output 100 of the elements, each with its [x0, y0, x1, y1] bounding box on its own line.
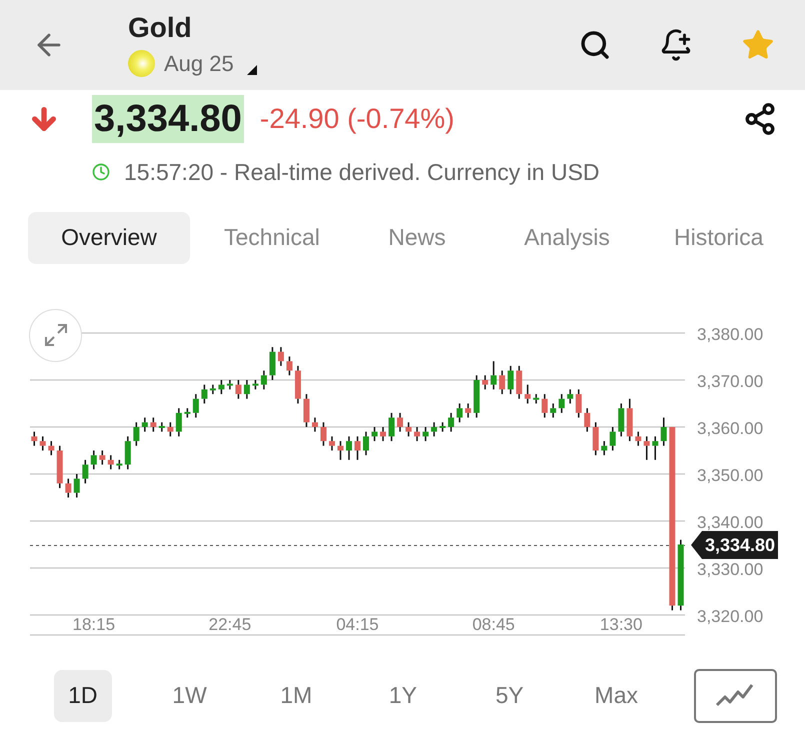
period-button[interactable]: 1W — [160, 670, 218, 722]
candle — [303, 394, 310, 426]
share-icon[interactable] — [743, 102, 777, 136]
tab[interactable]: Technical — [194, 212, 340, 264]
y-axis-label: 3,340.00 — [697, 512, 764, 532]
candle — [490, 360, 497, 389]
candle — [40, 436, 46, 450]
candle — [380, 426, 386, 441]
candle — [363, 431, 369, 455]
candle — [328, 436, 335, 450]
candle — [533, 394, 540, 403]
candle — [167, 422, 174, 436]
candle — [124, 436, 131, 469]
period-button[interactable]: 1D — [54, 670, 112, 722]
candle — [278, 346, 284, 366]
y-axis-label: 3,370.00 — [697, 372, 764, 390]
dropdown-caret-icon — [246, 65, 257, 75]
candle — [626, 398, 633, 441]
candle — [516, 365, 522, 398]
candle — [56, 445, 63, 488]
price-tag-pointer-icon — [691, 530, 702, 559]
candle — [235, 380, 242, 398]
current-price-tag: 3,334.80 — [702, 530, 778, 559]
candle — [184, 408, 190, 418]
candle — [176, 408, 182, 436]
x-axis-label: 13:30 — [600, 614, 642, 634]
x-axis-label: 22:45 — [208, 614, 252, 634]
contract-selector[interactable]: Aug 25 — [128, 46, 257, 80]
tab[interactable]: Overview — [28, 212, 190, 264]
candle — [372, 426, 378, 441]
candle — [414, 426, 420, 441]
x-axis-label: 18:15 — [72, 614, 116, 634]
period-button[interactable]: 1M — [267, 670, 326, 722]
candle — [158, 422, 165, 432]
candle — [133, 422, 140, 446]
candle — [660, 417, 667, 446]
time-note: 15:57:20 - Real-time derived. Currency in USD — [124, 158, 600, 187]
period-button[interactable]: 1Y — [374, 670, 432, 722]
candle — [550, 403, 556, 418]
y-axis-label: 3,350.00 — [697, 466, 764, 484]
candle — [474, 374, 480, 418]
candle — [542, 394, 548, 418]
search-icon[interactable] — [579, 29, 611, 61]
candle — [31, 431, 38, 446]
candle — [584, 408, 590, 432]
candle — [201, 384, 208, 403]
candle — [644, 436, 650, 460]
expand-icon — [42, 322, 68, 348]
candle — [524, 384, 531, 403]
candle — [320, 422, 326, 446]
x-axis-label: 08:45 — [472, 614, 515, 634]
tab[interactable]: Historica — [644, 212, 790, 264]
candle — [99, 450, 106, 464]
candle — [499, 370, 506, 394]
chart-type-button[interactable] — [694, 668, 777, 722]
candle — [218, 380, 224, 394]
candle — [108, 454, 114, 469]
period-button[interactable]: Max — [587, 670, 646, 722]
y-axis-label: 3,380.00 — [697, 324, 764, 344]
price-change: -24.90 (-0.74%) — [260, 102, 454, 136]
last-price: 3,334.80 — [92, 95, 244, 143]
candle — [65, 478, 72, 497]
candle — [286, 356, 292, 375]
candle — [652, 436, 658, 460]
candle — [508, 365, 514, 394]
candle — [610, 426, 616, 450]
candle — [456, 403, 463, 422]
candle — [440, 422, 446, 432]
tab[interactable]: Analysis — [494, 212, 640, 264]
candle — [558, 394, 565, 412]
y-axis-label: 3,330.00 — [697, 560, 764, 578]
period-button[interactable]: 5Y — [480, 670, 538, 722]
candle — [210, 384, 216, 394]
candle — [576, 388, 582, 418]
coin-icon — [128, 50, 155, 76]
candle — [74, 474, 80, 497]
candle — [678, 539, 684, 610]
candle — [90, 450, 97, 469]
candle — [397, 412, 404, 432]
clock-icon — [92, 163, 110, 182]
candle — [388, 412, 395, 441]
candle — [346, 436, 352, 460]
y-axis-label: 3,360.00 — [697, 418, 764, 438]
candle — [601, 440, 608, 455]
candle — [431, 422, 438, 436]
candle — [406, 422, 412, 436]
candle — [448, 412, 454, 432]
candle — [337, 440, 344, 460]
y-axis-label: 3,320.00 — [697, 606, 764, 626]
candle — [465, 403, 472, 418]
candle — [294, 365, 301, 403]
bell-plus-icon[interactable] — [659, 28, 693, 62]
candle — [48, 440, 54, 455]
candle — [244, 380, 250, 398]
tab[interactable]: News — [344, 212, 490, 264]
instrument-title: Gold — [128, 10, 193, 44]
candle — [150, 417, 156, 432]
candle — [567, 388, 574, 403]
candle — [635, 431, 642, 446]
candle — [422, 426, 429, 441]
